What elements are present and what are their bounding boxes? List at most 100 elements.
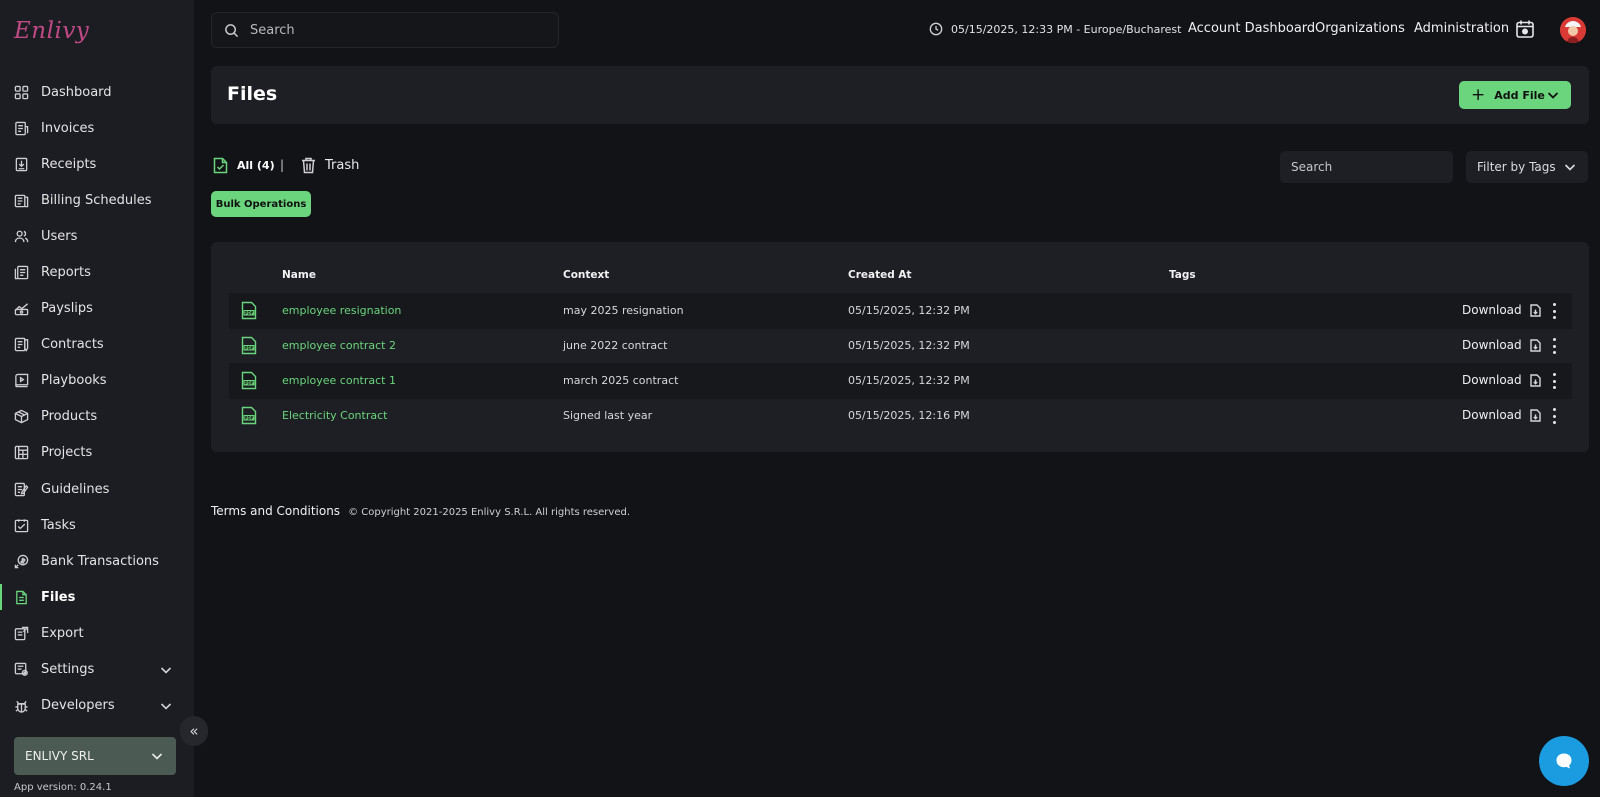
download-label: Download (1462, 408, 1522, 422)
column-header-created-at[interactable]: Created At (848, 269, 912, 281)
sidebar-item-users[interactable]: Users (0, 218, 194, 254)
table-row[interactable]: PDF employee resignation may 2025 resign… (229, 293, 1572, 329)
sidebar-item-files[interactable]: Files (0, 579, 194, 615)
projects-icon (14, 445, 29, 460)
global-search[interactable] (211, 12, 559, 48)
export-icon (14, 626, 29, 641)
user-avatar[interactable] (1560, 17, 1586, 43)
svg-text:PDF: PDF (244, 415, 254, 420)
files-search-input[interactable] (1291, 160, 1441, 174)
page-footer: Terms and Conditions © Copyright 2021-20… (211, 504, 630, 518)
products-icon (14, 409, 29, 424)
collapse-sidebar-button[interactable]: « (180, 716, 208, 746)
download-button[interactable]: Download (1462, 338, 1541, 352)
chevron-down-icon[interactable] (1547, 89, 1559, 104)
sidebar-item-export[interactable]: Export (0, 615, 194, 651)
table-row[interactable]: PDF employee contract 1 march 2025 contr… (229, 363, 1572, 399)
download-file-icon (1529, 338, 1541, 352)
receipt-icon (14, 157, 29, 172)
column-header-name[interactable]: Name (282, 269, 316, 281)
sidebar-item-developers[interactable]: Developers (0, 688, 194, 724)
column-header-tags[interactable]: Tags (1169, 269, 1196, 281)
current-datetime: 05/15/2025, 12:33 PM - Europe/Bucharest (951, 23, 1182, 36)
sidebar-item-bank-transactions[interactable]: Bank Transactions (0, 543, 194, 579)
more-options-icon[interactable] (1549, 301, 1559, 321)
sidebar-item-label: Payslips (41, 301, 93, 317)
global-search-input[interactable] (250, 22, 530, 38)
file-context: may 2025 resignation (563, 304, 684, 317)
file-context: Signed last year (563, 409, 653, 422)
sidebar-item-label: Files (41, 589, 76, 605)
organization-select[interactable]: ENLIVY SRL (14, 737, 176, 775)
sidebar-item-settings[interactable]: Settings (0, 652, 194, 688)
sidebar-item-tasks[interactable]: Tasks (0, 507, 194, 543)
invoice-icon (14, 121, 29, 136)
nav-organizations[interactable]: Organizations (1315, 21, 1405, 36)
more-options-icon[interactable] (1549, 371, 1559, 391)
sidebar-item-receipts[interactable]: Receipts (0, 146, 194, 182)
bulk-operations-button[interactable]: Bulk Operations (211, 191, 311, 217)
download-label: Download (1462, 303, 1522, 317)
tasks-icon (14, 518, 29, 533)
sidebar-item-payslips[interactable]: Payslips (0, 291, 194, 327)
files-search[interactable] (1280, 151, 1453, 183)
file-name-link[interactable]: Electricity Contract (282, 409, 387, 422)
sidebar-item-label: Developers (41, 698, 115, 714)
file-created-at: 05/15/2025, 12:32 PM (848, 374, 970, 387)
sidebar-item-billing-schedules[interactable]: Billing Schedules (0, 182, 194, 218)
chevron-down-icon[interactable] (160, 700, 172, 712)
plus-icon: + (1471, 84, 1486, 105)
download-file-icon (1529, 373, 1541, 387)
sidebar-item-playbooks[interactable]: Playbooks (0, 363, 194, 399)
dashboard-icon (14, 85, 29, 100)
download-button[interactable]: Download (1462, 303, 1541, 317)
tab-trash[interactable]: Trash (301, 157, 359, 174)
filter-by-tags-select[interactable]: Filter by Tags (1466, 151, 1588, 183)
trash-icon (302, 157, 315, 174)
download-button[interactable]: Download (1462, 373, 1541, 387)
sidebar-item-label: Receipts (41, 156, 97, 172)
calendar-icon[interactable] (1515, 19, 1535, 39)
nav-account-dashboard[interactable]: Account Dashboard (1188, 21, 1315, 36)
terms-link[interactable]: Terms and Conditions (211, 504, 340, 518)
file-name-link[interactable]: employee resignation (282, 304, 401, 317)
sidebar-item-label: Billing Schedules (41, 192, 152, 208)
table-row[interactable]: PDF Electricity Contract Signed last yea… (229, 398, 1572, 434)
sidebar-item-guidelines[interactable]: Guidelines (0, 471, 194, 507)
chat-bubble-icon (1556, 753, 1572, 769)
add-file-button[interactable]: + Add File (1459, 81, 1571, 109)
download-button[interactable]: Download (1462, 408, 1541, 422)
developers-icon (14, 698, 29, 713)
more-options-icon[interactable] (1549, 406, 1559, 426)
double-chevron-left-icon: « (189, 722, 199, 740)
users-icon (14, 229, 29, 244)
add-file-label: Add File (1494, 88, 1545, 102)
tab-all-files[interactable]: All (4) (213, 157, 275, 174)
sidebar-item-dashboard[interactable]: Dashboard (0, 74, 194, 110)
app-logo[interactable]: Enlivy (14, 18, 89, 44)
sidebar-item-label: Projects (41, 445, 93, 461)
sidebar-item-contracts[interactable]: Contracts (0, 327, 194, 363)
column-header-context[interactable]: Context (563, 269, 609, 281)
svg-text:PDF: PDF (244, 345, 254, 350)
chat-widget-button[interactable] (1539, 736, 1589, 786)
nav-administration[interactable]: Administration (1414, 21, 1509, 36)
download-file-icon (1529, 408, 1541, 422)
sidebar-nav: Dashboard Invoices Receipts Billing Sche… (0, 74, 194, 724)
file-created-at: 05/15/2025, 12:16 PM (848, 409, 970, 422)
sidebar-item-reports[interactable]: Reports (0, 254, 194, 290)
table-row[interactable]: PDF employee contract 2 june 2022 contra… (229, 328, 1572, 364)
sidebar-item-products[interactable]: Products (0, 399, 194, 435)
guidelines-icon (14, 482, 29, 497)
playbooks-icon (14, 373, 29, 388)
payslips-icon (14, 301, 29, 316)
sidebar-item-projects[interactable]: Projects (0, 435, 194, 471)
file-name-link[interactable]: employee contract 2 (282, 339, 396, 352)
chevron-down-icon[interactable] (160, 664, 172, 676)
more-options-icon[interactable] (1549, 336, 1559, 356)
sidebar-item-label: Export (41, 625, 84, 641)
file-name-link[interactable]: employee contract 1 (282, 374, 396, 387)
svg-text:PDF: PDF (244, 380, 254, 385)
settings-icon (14, 662, 29, 677)
sidebar-item-invoices[interactable]: Invoices (0, 110, 194, 146)
